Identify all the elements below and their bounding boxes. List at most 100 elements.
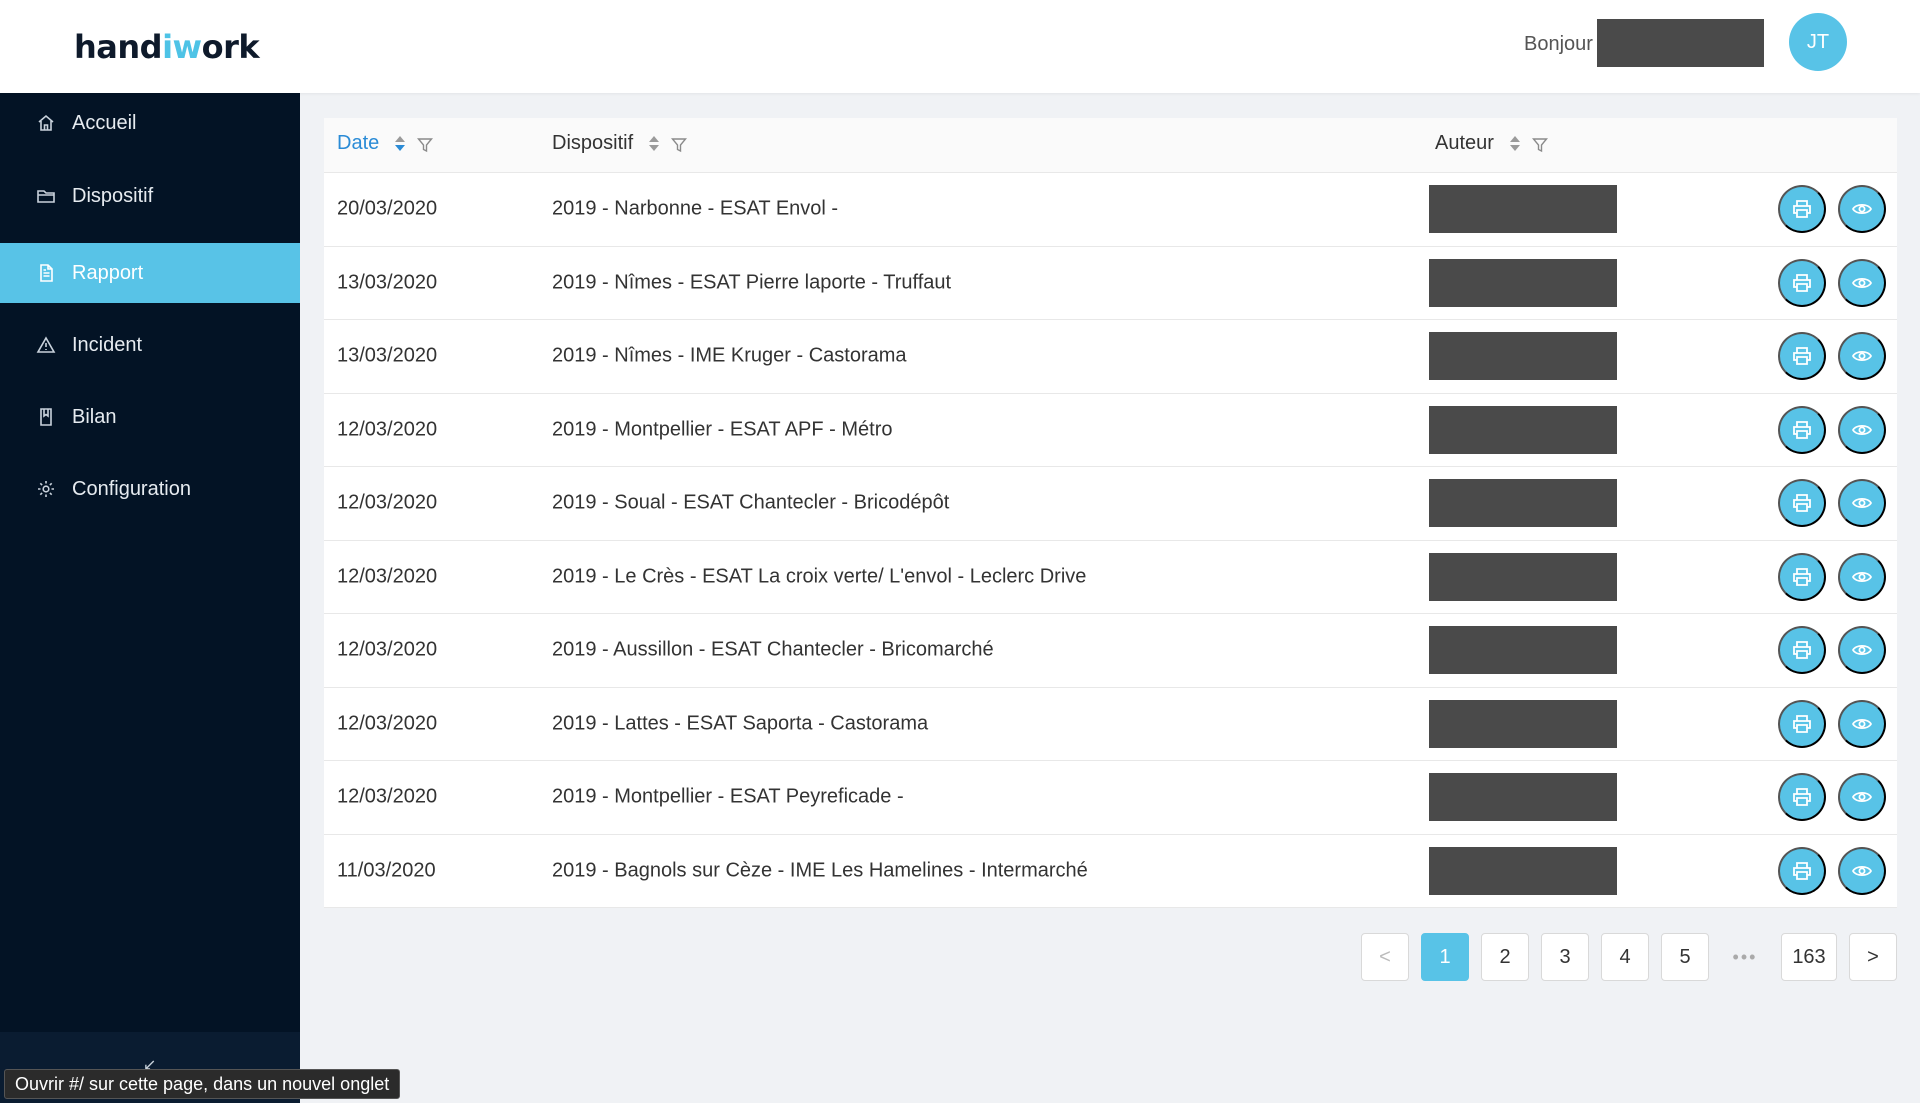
eye-icon bbox=[1851, 492, 1873, 514]
printer-icon bbox=[1791, 713, 1813, 735]
view-button[interactable] bbox=[1838, 405, 1886, 454]
eye-icon bbox=[1851, 419, 1873, 441]
printer-icon bbox=[1791, 639, 1813, 661]
filter-icon[interactable] bbox=[417, 136, 434, 152]
sidebar-item-configuration[interactable]: Configuration bbox=[0, 459, 300, 519]
book-icon bbox=[34, 405, 58, 429]
print-button[interactable] bbox=[1778, 332, 1826, 381]
view-button[interactable] bbox=[1838, 258, 1886, 307]
table-row[interactable]: 11/03/2020 2019 - Bagnols sur Cèze - IME … bbox=[324, 834, 1897, 908]
print-button[interactable] bbox=[1778, 846, 1826, 895]
sidebar-item-rapport[interactable]: Rapport bbox=[0, 243, 300, 303]
table-row[interactable]: 12/03/2020 2019 - Le Crès - ESAT La croix… bbox=[324, 540, 1897, 614]
sidebar: Accueil Dispositif Rapport Incident Bila… bbox=[0, 93, 300, 1103]
cell-auteur-redacted bbox=[1429, 699, 1617, 748]
user-name-redacted bbox=[1597, 19, 1764, 67]
view-button[interactable] bbox=[1838, 185, 1886, 234]
pagination-ellipsis[interactable]: ••• bbox=[1721, 933, 1769, 981]
view-button[interactable] bbox=[1838, 846, 1886, 895]
cell-date: 12/03/2020 bbox=[337, 712, 438, 735]
greeting-text: Bonjour bbox=[1524, 33, 1593, 55]
eye-icon bbox=[1851, 713, 1873, 735]
view-button[interactable] bbox=[1838, 552, 1886, 601]
printer-icon bbox=[1791, 198, 1813, 220]
column-header-auteur[interactable]: Auteur bbox=[1435, 132, 1548, 155]
cell-auteur-redacted bbox=[1429, 405, 1617, 454]
sidebar-item-bilan[interactable]: Bilan bbox=[0, 387, 300, 447]
cell-date: 13/03/2020 bbox=[337, 271, 438, 294]
printer-icon bbox=[1791, 272, 1813, 294]
pagination-next-button[interactable]: > bbox=[1849, 933, 1897, 981]
eye-icon bbox=[1851, 860, 1873, 882]
cell-date: 12/03/2020 bbox=[337, 638, 438, 661]
view-button[interactable] bbox=[1838, 332, 1886, 381]
link-tooltip: Ouvrir #/ sur cette page, dans un nouvel… bbox=[4, 1069, 401, 1099]
table-row[interactable]: 12/03/2020 2019 - Aussillon - ESAT Chante… bbox=[324, 614, 1897, 688]
filter-icon[interactable] bbox=[671, 136, 688, 152]
sort-icon[interactable] bbox=[649, 136, 660, 151]
table-header: Date Dispositif Auteur bbox=[324, 118, 1897, 173]
pagination-page-last[interactable]: 163 bbox=[1781, 933, 1837, 981]
report-table: Date Dispositif Auteur 20/03/2020 2019 - … bbox=[324, 118, 1897, 908]
table-row[interactable]: 13/03/2020 2019 - Nîmes - ESAT Pierre lap… bbox=[324, 246, 1897, 320]
sidebar-item-label: Rapport bbox=[72, 261, 144, 284]
sort-icon[interactable] bbox=[395, 136, 406, 151]
printer-icon bbox=[1791, 345, 1813, 367]
view-button[interactable] bbox=[1838, 479, 1886, 528]
cell-date: 20/03/2020 bbox=[337, 197, 438, 220]
eye-icon bbox=[1851, 786, 1873, 808]
pagination-prev-button[interactable]: < bbox=[1361, 933, 1409, 981]
cell-auteur-redacted bbox=[1429, 626, 1617, 675]
pagination-page-1[interactable]: 1 bbox=[1421, 933, 1469, 981]
cell-dispositif: 2019 - Nîmes - ESAT Pierre laporte - Tru… bbox=[552, 271, 952, 294]
cell-auteur-redacted bbox=[1429, 479, 1617, 528]
view-button[interactable] bbox=[1838, 699, 1886, 748]
print-button[interactable] bbox=[1778, 405, 1826, 454]
print-button[interactable] bbox=[1778, 479, 1826, 528]
sidebar-item-accueil[interactable]: Accueil bbox=[0, 93, 300, 153]
top-header: handiwork Bonjour JT bbox=[0, 0, 1920, 93]
cell-date: 12/03/2020 bbox=[337, 491, 438, 514]
print-button[interactable] bbox=[1778, 185, 1826, 234]
cell-date: 12/03/2020 bbox=[337, 785, 438, 808]
cell-dispositif: 2019 - Le Crès - ESAT La croix verte/ L'… bbox=[552, 565, 1087, 588]
sidebar-item-label: Bilan bbox=[72, 405, 117, 428]
table-row[interactable]: 12/03/2020 2019 - Montpellier - ESAT Peyr… bbox=[324, 761, 1897, 835]
table-row[interactable]: 20/03/2020 2019 - Narbonne - ESAT Envol - bbox=[324, 173, 1897, 247]
column-header-dispositif[interactable]: Dispositif bbox=[552, 132, 688, 155]
filter-icon[interactable] bbox=[1531, 136, 1548, 152]
view-button[interactable] bbox=[1838, 626, 1886, 675]
sidebar-item-label: Accueil bbox=[72, 111, 137, 134]
print-button[interactable] bbox=[1778, 773, 1826, 822]
folder-icon bbox=[34, 184, 58, 208]
print-button[interactable] bbox=[1778, 552, 1826, 601]
table-row[interactable]: 13/03/2020 2019 - Nîmes - IME Kruger - Ca… bbox=[324, 320, 1897, 394]
cell-auteur-redacted bbox=[1429, 185, 1617, 234]
pagination-page-3[interactable]: 3 bbox=[1541, 933, 1589, 981]
printer-icon bbox=[1791, 566, 1813, 588]
sidebar-item-label: Dispositif bbox=[72, 184, 154, 207]
eye-icon bbox=[1851, 272, 1873, 294]
sidebar-item-label: Configuration bbox=[72, 477, 191, 500]
print-button[interactable] bbox=[1778, 699, 1826, 748]
handiwork-logo[interactable]: handiwork bbox=[74, 28, 260, 66]
table-row[interactable]: 12/03/2020 2019 - Lattes - ESAT Saporta -… bbox=[324, 687, 1897, 761]
user-avatar[interactable]: JT bbox=[1789, 13, 1847, 71]
pagination-page-2[interactable]: 2 bbox=[1481, 933, 1529, 981]
table-row[interactable]: 12/03/2020 2019 - Montpellier - ESAT APF … bbox=[324, 393, 1897, 467]
cell-dispositif: 2019 - Bagnols sur Cèze - IME Les Hameli… bbox=[552, 859, 1088, 882]
warning-icon bbox=[34, 333, 58, 357]
sidebar-item-incident[interactable]: Incident bbox=[0, 315, 300, 375]
table-row[interactable]: 12/03/2020 2019 - Soual - ESAT Chantecler… bbox=[324, 467, 1897, 541]
cell-date: 11/03/2020 bbox=[337, 859, 436, 882]
sidebar-item-label: Incident bbox=[72, 333, 143, 356]
sort-icon[interactable] bbox=[1509, 136, 1520, 151]
document-icon bbox=[34, 261, 58, 285]
print-button[interactable] bbox=[1778, 258, 1826, 307]
print-button[interactable] bbox=[1778, 626, 1826, 675]
column-header-date[interactable]: Date bbox=[337, 132, 434, 155]
pagination-page-4[interactable]: 4 bbox=[1601, 933, 1649, 981]
view-button[interactable] bbox=[1838, 773, 1886, 822]
pagination-page-5[interactable]: 5 bbox=[1661, 933, 1709, 981]
sidebar-item-dispositif[interactable]: Dispositif bbox=[0, 166, 300, 226]
